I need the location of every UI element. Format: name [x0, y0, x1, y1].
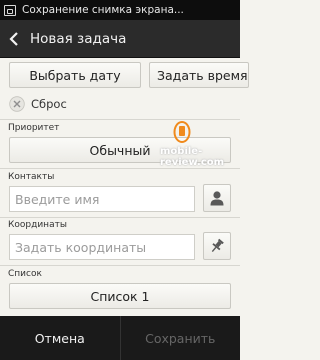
person-icon — [210, 191, 224, 206]
reset-label: Сброс — [31, 97, 67, 111]
screenshot-icon — [4, 4, 16, 16]
cancel-button[interactable]: Отмена — [0, 316, 120, 360]
coordinates-input[interactable]: Задать координаты — [9, 234, 195, 260]
pushpin-icon — [211, 238, 224, 253]
divider — [0, 119, 240, 120]
divider — [0, 265, 240, 266]
mobile-review-logo-icon — [173, 121, 191, 143]
chevron-left-icon — [9, 31, 18, 46]
reset-control[interactable]: Сброс — [9, 94, 89, 114]
divider — [0, 217, 240, 218]
contact-name-input[interactable]: Введите имя — [9, 186, 195, 212]
contacts-label: Контакты — [8, 172, 55, 182]
location-pin-button[interactable] — [203, 232, 231, 260]
status-bar: Сохранение снимка экрана... — [0, 0, 240, 20]
clear-circle-icon — [9, 96, 25, 112]
list-selector[interactable]: Список 1 — [9, 283, 231, 309]
save-button[interactable]: Сохранить — [119, 316, 241, 360]
watermark-text: mobile-review.com — [160, 146, 225, 168]
bottom-action-bar: Отмена Сохранить — [0, 316, 240, 360]
header-bar: Новая задача — [0, 20, 240, 58]
status-notification-text: Сохранение снимка экрана... — [22, 4, 184, 16]
coordinates-label: Координаты — [8, 220, 67, 230]
contact-picker-button[interactable] — [203, 184, 231, 212]
divider — [0, 168, 240, 169]
back-button[interactable] — [0, 20, 28, 58]
priority-label: Приоритет — [8, 123, 60, 133]
pick-date-button[interactable]: Выбрать дату — [9, 62, 141, 88]
page-title: Новая задача — [30, 30, 127, 47]
list-label: Список — [8, 269, 42, 279]
set-time-button[interactable]: Задать время — [149, 62, 249, 88]
